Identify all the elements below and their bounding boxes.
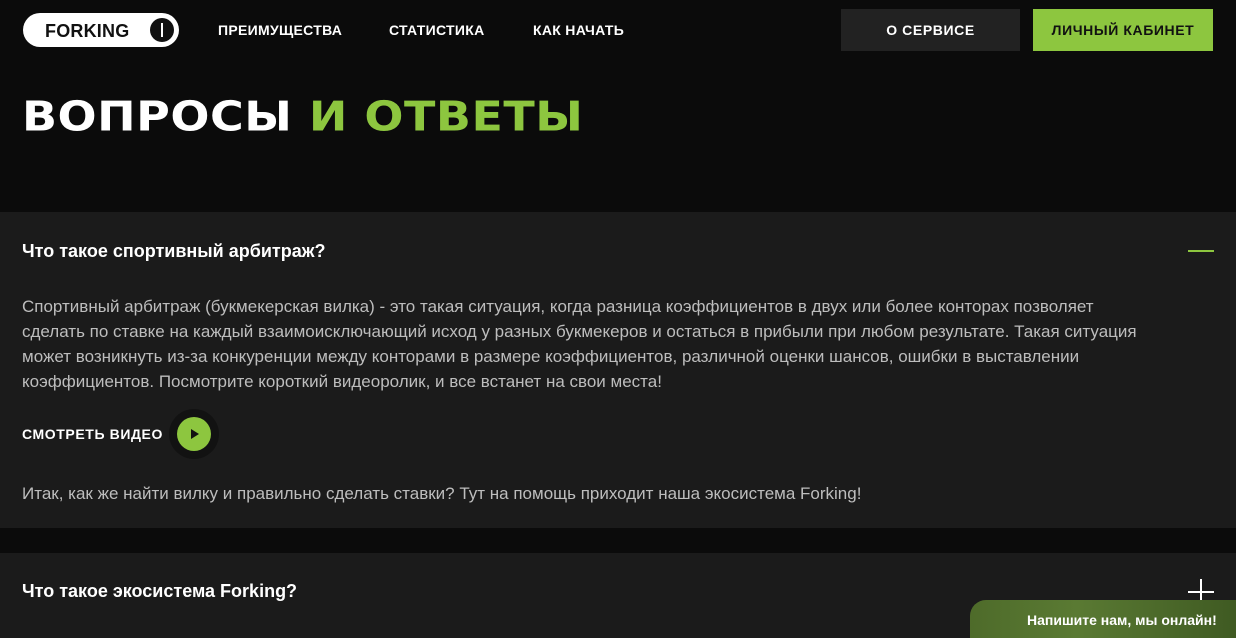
nav-link-statistics[interactable]: СТАТИСТИКА: [389, 22, 485, 38]
watch-video-label: СМОТРЕТЬ ВИДЕО: [22, 426, 163, 442]
logo[interactable]: FORKING: [23, 13, 179, 47]
faq-followup-text: Итак, как же найти вилку и правильно сде…: [22, 484, 862, 503]
faq-question[interactable]: Что такое экосистема Forking?: [22, 581, 297, 602]
chat-widget-label: Напишите нам, мы онлайн!: [1027, 612, 1217, 628]
about-service-button[interactable]: О СЕРВИСЕ: [841, 9, 1020, 51]
page-title-part-2: И ОТВЕТЫ: [308, 92, 584, 141]
minus-icon[interactable]: [1188, 250, 1214, 252]
page-title: ВОПРОСЫ И ОТВЕТЫ: [22, 92, 583, 141]
site-header: FORKING ПРЕИМУЩЕСТВА СТАТИСТИКА КАК НАЧА…: [0, 0, 1236, 62]
faq-question[interactable]: Что такое спортивный арбитраж?: [22, 241, 326, 262]
personal-cabinet-button[interactable]: ЛИЧНЫЙ КАБИНЕТ: [1033, 9, 1213, 51]
faq-answer: Спортивный арбитраж (букмекерская вилка)…: [22, 297, 1137, 391]
faq-item-sports-arbitrage: Что такое спортивный арбитраж? Спортивны…: [0, 212, 1236, 528]
play-button[interactable]: [168, 409, 219, 459]
nav-link-how-to-start[interactable]: КАК НАЧАТЬ: [533, 22, 624, 38]
watch-video-link[interactable]: СМОТРЕТЬ ВИДЕО: [22, 409, 219, 459]
nav-link-advantages[interactable]: ПРЕИМУЩЕСТВА: [218, 22, 342, 38]
power-toggle-icon: [150, 18, 174, 42]
logo-text: FORKING: [45, 21, 130, 41]
play-icon: [176, 417, 211, 451]
chat-widget[interactable]: Напишите нам, мы онлайн!: [970, 600, 1236, 638]
page-title-part-1: ВОПРОСЫ: [22, 92, 293, 141]
